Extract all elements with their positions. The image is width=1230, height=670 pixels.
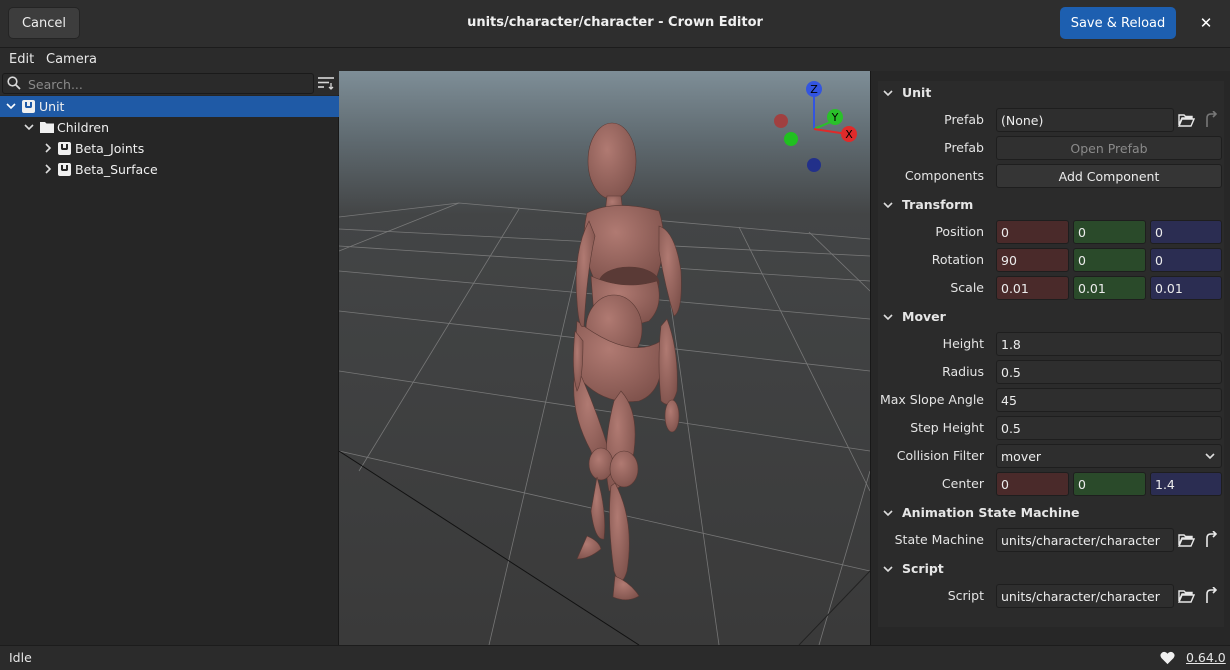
radius-label: Radius [942,364,984,379]
section-title: Script [902,561,944,576]
title-bar: Cancel units/character/character - Crown… [0,0,1230,48]
rotation-x-field[interactable]: 90 [996,248,1069,272]
tree-item-beta-joints[interactable]: Beta_Joints [0,138,339,159]
chevron-down-icon[interactable] [882,563,894,575]
center-x-field[interactable]: 0 [996,472,1069,496]
open-prefab-button[interactable]: Open Prefab [996,136,1222,160]
state-machine-field[interactable]: units/character/character [996,528,1174,552]
save-reload-button[interactable]: Save & Reload [1060,7,1176,39]
cancel-button[interactable]: Cancel [8,7,80,39]
collision-filter-label: Collision Filter [896,448,984,463]
properties-panel: Unit Prefab (None) Prefab Open Prefab Co… [870,71,1230,645]
unit-icon [22,100,35,113]
status-bar: Idle 0.64.0 [0,645,1230,670]
folder-open-icon[interactable] [1177,531,1195,549]
window-title: units/character/character - Crown Editor [467,15,763,30]
collision-filter-select[interactable]: mover [996,444,1222,468]
script-label: Script [947,588,984,603]
menu-camera[interactable]: Camera [46,52,97,67]
position-label: Position [935,224,984,239]
sort-icon[interactable] [318,76,334,90]
unit-icon [58,163,71,176]
tree-item-unit[interactable]: Unit [0,96,339,117]
menu-bar: Edit Camera [0,49,1230,71]
search-icon [7,76,21,90]
position-x-field[interactable]: 0 [996,220,1069,244]
gizmo-y-label: Y [831,111,839,124]
chevron-down-icon[interactable] [882,507,894,519]
chevron-right-icon[interactable] [42,163,54,175]
center-label: Center [941,476,984,491]
scale-z-field[interactable]: 0.01 [1150,276,1222,300]
rotation-y-field[interactable]: 0 [1073,248,1146,272]
tree-item-label: Beta_Surface [75,162,158,177]
prefab-field[interactable]: (None) [996,108,1174,132]
chevron-down-icon[interactable] [882,199,894,211]
max-slope-field[interactable]: 45 [996,388,1222,412]
chevron-right-icon[interactable] [42,142,54,154]
search-placeholder: Search... [28,77,83,92]
height-label: Height [942,336,984,351]
chevron-down-icon[interactable] [882,87,894,99]
tree-item-label: Beta_Joints [75,141,145,156]
step-height-label: Step Height [910,420,984,435]
status-text: Idle [9,650,32,665]
section-title: Unit [902,85,932,100]
tree-item-label: Unit [39,99,65,114]
state-machine-label: State Machine [894,532,984,547]
chevron-down-icon[interactable] [5,100,17,112]
position-y-field[interactable]: 0 [1073,220,1146,244]
section-title: Transform [902,197,974,212]
scale-x-field[interactable]: 0.01 [996,276,1069,300]
close-icon: ✕ [1199,14,1213,32]
step-height-field[interactable]: 0.5 [996,416,1222,440]
unit-icon [58,142,71,155]
chevron-down-icon[interactable] [882,311,894,323]
scene-tree-panel: Search... Unit Children Beta_Joints Beta… [0,71,339,645]
gizmo-x-label: X [845,128,853,141]
search-row: Search... [0,71,339,95]
components-label: Components [904,168,984,183]
goto-resource-icon[interactable] [1202,587,1220,605]
open-prefab-label: Prefab [944,140,984,155]
collision-filter-value: mover [1001,449,1042,464]
rotation-label: Rotation [931,252,984,267]
center-y-field[interactable]: 0 [1073,472,1146,496]
tree-item-beta-surface[interactable]: Beta_Surface [0,159,339,180]
section-title: Animation State Machine [902,505,1080,520]
viewport-canvas[interactable]: Z Y X [339,71,870,645]
scale-label: Scale [950,280,984,295]
3d-viewport[interactable]: Z Y X [339,71,870,645]
properties-list: Unit Prefab (None) Prefab Open Prefab Co… [878,81,1224,627]
center-z-field[interactable]: 1.4 [1150,472,1222,496]
radius-field[interactable]: 0.5 [996,360,1222,384]
position-z-field[interactable]: 0 [1150,220,1222,244]
version-link[interactable]: 0.64.0 [1186,650,1226,665]
folder-open-icon[interactable] [1177,587,1195,605]
gizmo-z-label: Z [810,83,818,96]
revert-icon[interactable] [1202,111,1220,129]
prefab-label: Prefab [944,112,984,127]
tree-item-label: Children [57,120,110,135]
max-slope-label: Max Slope Angle [879,392,984,407]
tree-item-children[interactable]: Children [0,117,339,138]
script-field[interactable]: units/character/character [996,584,1174,608]
folder-open-icon[interactable] [1177,111,1195,129]
search-input[interactable]: Search... [2,73,314,94]
rotation-z-field[interactable]: 0 [1150,248,1222,272]
goto-resource-icon[interactable] [1202,531,1220,549]
scale-y-field[interactable]: 0.01 [1073,276,1146,300]
add-component-button[interactable]: Add Component [996,164,1222,188]
chevron-down-icon[interactable] [23,121,35,133]
menu-edit[interactable]: Edit [9,52,34,67]
height-field[interactable]: 1.8 [996,332,1222,356]
folder-icon [40,122,54,133]
close-button[interactable]: ✕ [1192,9,1220,37]
heart-icon[interactable] [1160,651,1175,665]
section-title: Mover [902,309,946,324]
chevron-down-icon[interactable] [1204,450,1216,462]
